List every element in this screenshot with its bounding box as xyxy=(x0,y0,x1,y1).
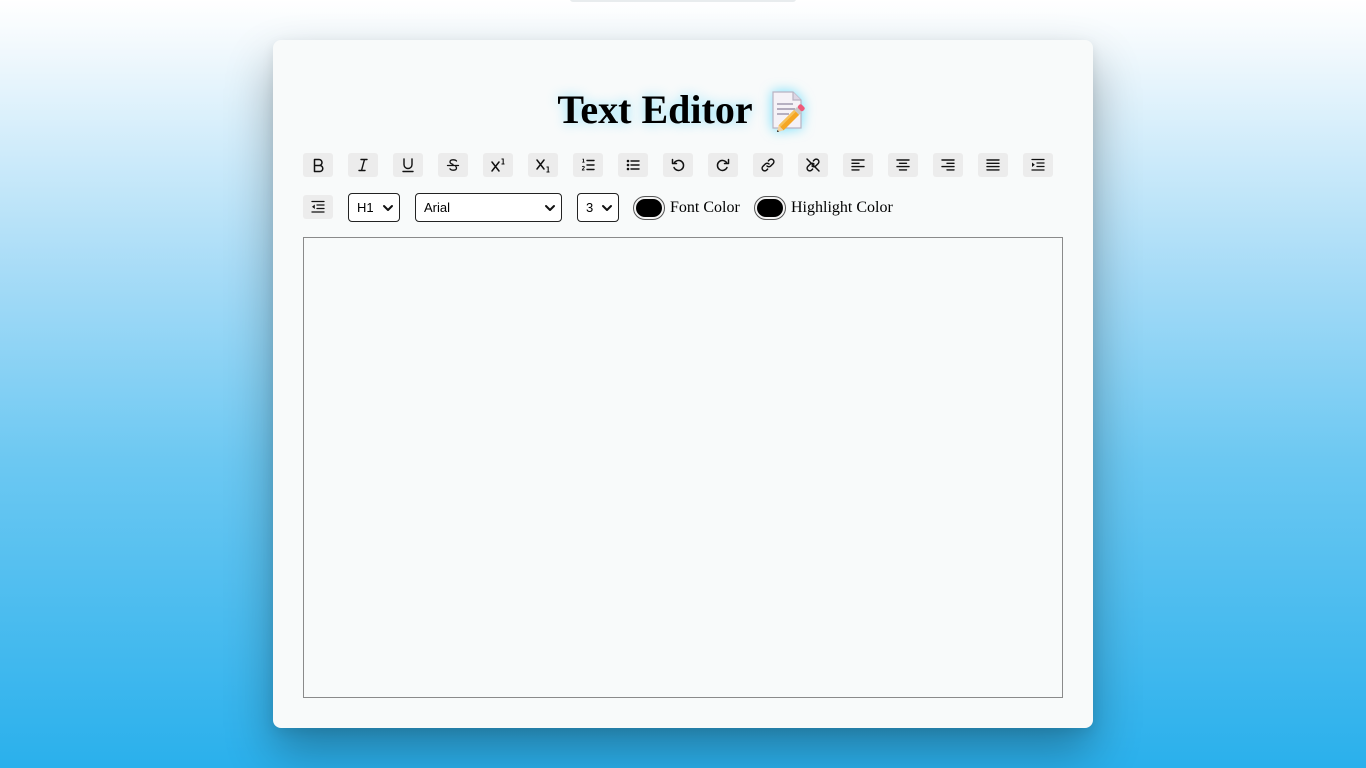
underline-icon xyxy=(402,158,414,173)
indent-icon xyxy=(1031,158,1045,171)
italic-icon xyxy=(358,158,368,172)
ordered-list-icon xyxy=(581,158,595,171)
heading-select-value: H1 xyxy=(357,200,374,215)
unordered-list-icon xyxy=(626,159,640,171)
chevron-down-icon xyxy=(602,205,612,211)
ordered-list-button[interactable] xyxy=(573,153,603,177)
undo-icon xyxy=(671,158,685,172)
chevron-down-icon xyxy=(545,205,555,211)
superscript-icon xyxy=(491,158,505,172)
unlink-button[interactable] xyxy=(798,153,828,177)
bold-button[interactable] xyxy=(303,153,333,177)
chevron-down-icon xyxy=(383,205,393,211)
font-name-select[interactable]: Arial xyxy=(415,193,562,222)
strikethrough-button[interactable] xyxy=(438,153,468,177)
font-size-select-value: 3 xyxy=(586,200,594,215)
editor-container: Text Editor H1 Arial 3 Font Color Highli… xyxy=(273,40,1093,728)
align-center-icon xyxy=(896,159,910,171)
redo-icon xyxy=(716,158,730,172)
font-name-select-value: Arial xyxy=(424,200,451,215)
top-edge-decoration xyxy=(570,0,796,2)
font-size-select[interactable]: 3 xyxy=(577,193,619,222)
align-left-icon xyxy=(851,159,865,171)
italic-button[interactable] xyxy=(348,153,378,177)
subscript-icon xyxy=(536,159,550,173)
font-color-label: Font Color xyxy=(670,199,740,216)
subscript-button[interactable] xyxy=(528,153,558,177)
page-title: Text Editor xyxy=(557,87,753,132)
highlight-color-swatch xyxy=(757,199,783,217)
outdent-button[interactable] xyxy=(303,195,333,219)
title-row: Text Editor xyxy=(273,86,1093,134)
underline-button[interactable] xyxy=(393,153,423,177)
strikethrough-icon xyxy=(446,159,460,171)
align-right-button[interactable] xyxy=(933,153,963,177)
align-justify-icon xyxy=(986,159,1000,171)
font-color-picker[interactable] xyxy=(633,196,665,220)
superscript-button[interactable] xyxy=(483,153,513,177)
create-link-button[interactable] xyxy=(753,153,783,177)
align-justify-button[interactable] xyxy=(978,153,1008,177)
highlight-color-picker[interactable] xyxy=(754,196,786,220)
font-color-swatch xyxy=(636,199,662,217)
undo-button[interactable] xyxy=(663,153,693,177)
align-center-button[interactable] xyxy=(888,153,918,177)
heading-select[interactable]: H1 xyxy=(348,193,400,222)
unlink-icon xyxy=(806,158,820,172)
bold-icon xyxy=(313,158,324,173)
outdent-icon xyxy=(311,200,325,213)
unordered-list-button[interactable] xyxy=(618,153,648,177)
redo-button[interactable] xyxy=(708,153,738,177)
align-right-icon xyxy=(941,159,955,171)
align-left-button[interactable] xyxy=(843,153,873,177)
text-input-area[interactable] xyxy=(303,237,1063,698)
indent-button[interactable] xyxy=(1023,153,1053,177)
link-icon xyxy=(761,158,775,172)
highlight-color-label: Highlight Color xyxy=(791,199,893,216)
memo-pencil-icon xyxy=(765,88,809,133)
